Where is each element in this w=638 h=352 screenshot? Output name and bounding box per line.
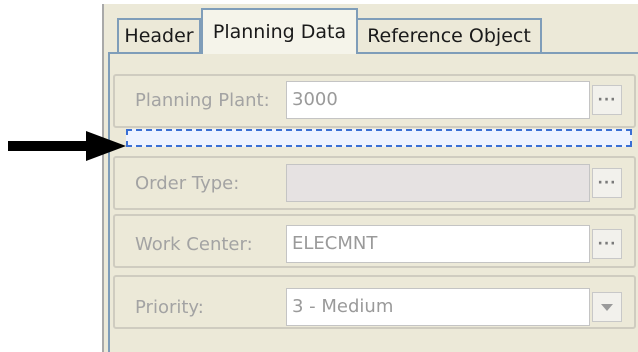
tab-reference-object-label: Reference Object xyxy=(367,25,531,47)
priority-dropdown-button[interactable] xyxy=(592,292,622,322)
tab-reference-object[interactable]: Reference Object xyxy=(356,18,542,52)
order-type-label: Order Type: xyxy=(135,173,240,194)
tab-planning-data-label: Planning Data xyxy=(212,21,347,43)
arrow-right-icon xyxy=(8,131,126,161)
ellipsis-icon: ··· xyxy=(597,92,617,108)
ellipsis-icon: ··· xyxy=(597,175,617,191)
planning-plant-label: Planning Plant: xyxy=(135,90,270,111)
tab-header[interactable]: Header xyxy=(117,18,201,52)
tab-planning-data[interactable]: Planning Data xyxy=(201,8,358,54)
order-type-value-help-button[interactable]: ··· xyxy=(592,168,622,198)
work-center-value-help-button[interactable]: ··· xyxy=(592,229,622,259)
work-center-label: Work Center: xyxy=(135,234,253,255)
chevron-down-icon xyxy=(601,304,613,311)
planning-plant-value-help-button[interactable]: ··· xyxy=(592,85,622,115)
tab-header-label: Header xyxy=(124,25,194,47)
ellipsis-icon: ··· xyxy=(597,236,617,252)
drop-indicator xyxy=(126,129,632,147)
priority-select[interactable]: 3 - Medium xyxy=(286,288,590,326)
priority-label: Priority: xyxy=(135,297,204,318)
order-type-input[interactable] xyxy=(286,164,590,202)
planning-plant-input[interactable]: 3000 xyxy=(286,81,590,119)
work-center-input[interactable]: ELECMNT xyxy=(286,225,590,263)
